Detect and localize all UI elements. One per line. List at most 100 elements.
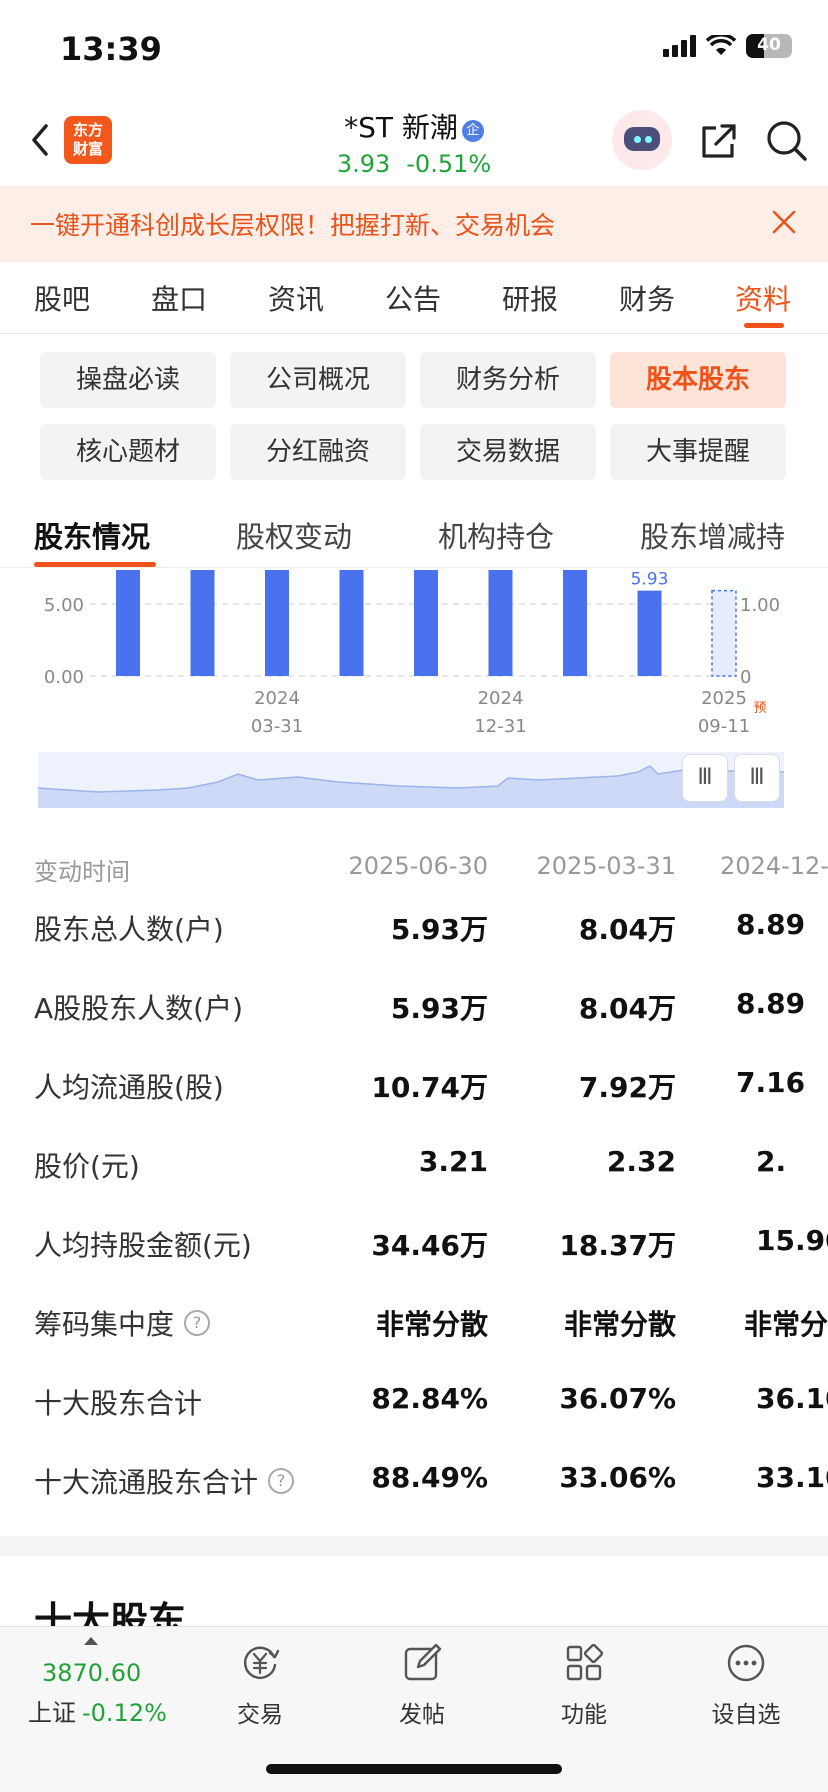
cell-value: 5.93万 [390, 992, 488, 1025]
cell-value: 82.84% [371, 1382, 488, 1415]
promo-banner[interactable]: 一键开通科创成长层权限！把握打新、交易机会 [0, 186, 828, 262]
cell-value: 8.04万 [578, 992, 676, 1025]
shareholder-chart: 5.00 0.00 1.00 0 5.93 2024 03-31 2024 12-31 2025 0… [0, 560, 828, 740]
cell-value: 36.10 [756, 1382, 828, 1415]
tab-holding-changes[interactable]: 股东增减持 [640, 514, 785, 556]
battery-level: 40 [757, 35, 781, 55]
tab-shareholder-overview[interactable]: 股东情况 [34, 514, 150, 556]
help-icon[interactable]: ? [268, 1468, 295, 1494]
row-label-text: 人均流通股(股) [34, 1071, 224, 1104]
subtab-shareholders[interactable]: 股本股东 [610, 352, 786, 408]
row-label: 股价(元) [34, 1145, 140, 1185]
help-icon[interactable]: ? [184, 1310, 211, 1336]
status-bar: 13:39 40 [0, 0, 828, 100]
table-row: 筹码集中度? 非常分散 非常分散 非常分 [0, 1295, 828, 1365]
trade-label: 交易 [237, 1702, 283, 1728]
subtab-dividends[interactable]: 分红融资 [230, 424, 406, 480]
column-date: 2024-12- [720, 852, 828, 880]
tab-pankou[interactable]: 盘口 [151, 278, 207, 318]
tab-institutional-holdings[interactable]: 机构持仓 [438, 514, 554, 556]
range-handle-left[interactable]: Ⅲ [682, 754, 728, 802]
cell-value: 非常分散 [375, 1308, 488, 1341]
table-row: 人均流通股(股) 10.74万 7.92万 7.16 [0, 1058, 828, 1128]
stock-change: -0.51% [406, 150, 492, 178]
tab-research[interactable]: 研报 [502, 278, 558, 318]
row-label: 十大流通股东合计? [34, 1461, 295, 1501]
subtab-core-themes[interactable]: 核心题材 [40, 424, 216, 480]
chart-bar [637, 590, 662, 676]
y2-tick-label: 0 [740, 667, 751, 688]
row-label: A股股东人数(户) [34, 987, 243, 1027]
x-tick-date: 09-11 [698, 716, 750, 737]
post-button[interactable]: 发帖 [362, 1641, 482, 1729]
x-tick-date: 03-31 [251, 716, 303, 737]
table-row: A股股东人数(户) 5.93万 8.04万 8.89 [0, 979, 828, 1049]
cell-value: 2.32 [606, 1145, 676, 1178]
row-label-text: 股价(元) [34, 1150, 140, 1183]
row-label: 人均持股金额(元) [34, 1224, 252, 1264]
row-label-text: 筹码集中度 [34, 1308, 175, 1341]
row-label: 股东总人数(户) [34, 908, 224, 948]
stock-name: *ST 新潮 [344, 111, 458, 144]
main-tabs: 股吧 盘口 资讯 公告 研报 财务 资料 [0, 264, 828, 334]
cell-value: 33.06% [559, 1461, 676, 1494]
y-tick-label: 0.00 [44, 667, 84, 688]
cell-value: 10.74万 [371, 1071, 488, 1104]
tab-profile[interactable]: 资料 [735, 278, 791, 318]
y-tick-label: 5.00 [44, 595, 84, 616]
table-row: 股价(元) 3.21 2.32 2. [0, 1137, 828, 1207]
table-row: 十大流通股东合计? 88.49% 33.06% 33.10 [0, 1453, 828, 1523]
assistant-avatar-icon[interactable] [612, 110, 672, 170]
cell-value: 88.49% [371, 1461, 488, 1494]
more-icon [727, 1644, 765, 1682]
y2-tick-label: 1.00 [740, 595, 780, 616]
x-tick-year: 2025 [701, 688, 747, 709]
share-icon[interactable] [696, 120, 740, 164]
index-label: 上证 [28, 1699, 76, 1727]
index-value: 3870.60 [42, 1659, 142, 1687]
table-row: 股东总人数(户) 5.93万 8.04万 8.89 [0, 900, 828, 970]
row-label-text: 人均持股金额(元) [34, 1229, 252, 1262]
subtab-must-read[interactable]: 操盘必读 [40, 352, 216, 408]
home-indicator [266, 1764, 562, 1774]
subtab-company-overview[interactable]: 公司概况 [230, 352, 406, 408]
table-row: 十大股东合计 82.84% 36.07% 36.10 [0, 1374, 828, 1444]
function-button[interactable]: 功能 [524, 1641, 644, 1729]
expand-arrow-icon[interactable] [84, 1637, 98, 1645]
cell-value: 非常分 [744, 1308, 828, 1341]
chart-range-selector[interactable]: Ⅲ Ⅲ [37, 752, 785, 808]
cell-value: 7.16 [736, 1066, 806, 1099]
row-label: 人均流通股(股) [34, 1066, 224, 1106]
cell-value: 36.07% [559, 1382, 676, 1415]
trade-button[interactable]: 交易 [200, 1641, 320, 1729]
close-icon[interactable] [770, 208, 798, 236]
cell-value: 非常分散 [563, 1308, 676, 1341]
row-label-text: 十大流通股东合计 [34, 1466, 259, 1499]
active-tab-indicator [744, 323, 784, 328]
battery-icon: 40 [746, 34, 792, 58]
x-tick-date: 12-31 [474, 716, 526, 737]
tab-finance[interactable]: 财务 [619, 278, 675, 318]
tab-equity-changes[interactable]: 股权变动 [236, 514, 352, 556]
subtab-events[interactable]: 大事提醒 [610, 424, 786, 480]
banner-text: 一键开通科创成长层权限！把握打新、交易机会 [30, 211, 556, 240]
trade-icon [243, 1646, 280, 1679]
chart-bar [265, 560, 289, 676]
add-watchlist-button[interactable]: 设自选 [686, 1641, 806, 1729]
x-tick-year: 2024 [254, 688, 300, 709]
x-tick-year: 2024 [478, 688, 524, 709]
search-icon[interactable] [764, 118, 810, 164]
row-label: 十大股东合计 [34, 1382, 202, 1422]
chart-bar [414, 560, 438, 676]
chart-bar [563, 560, 587, 676]
cell-value: 8.04万 [578, 913, 676, 946]
enterprise-badge-icon: 企 [461, 120, 484, 142]
tab-news[interactable]: 资讯 [268, 278, 324, 318]
subtab-financial-analysis[interactable]: 财务分析 [420, 352, 596, 408]
subtab-trading-data[interactable]: 交易数据 [420, 424, 596, 480]
range-handle-right[interactable]: Ⅲ [734, 754, 780, 802]
tab-announcements[interactable]: 公告 [385, 278, 441, 318]
tab-guba[interactable]: 股吧 [34, 278, 90, 318]
add-watchlist-label: 设自选 [711, 1702, 781, 1728]
cell-value: 2. [756, 1145, 787, 1178]
